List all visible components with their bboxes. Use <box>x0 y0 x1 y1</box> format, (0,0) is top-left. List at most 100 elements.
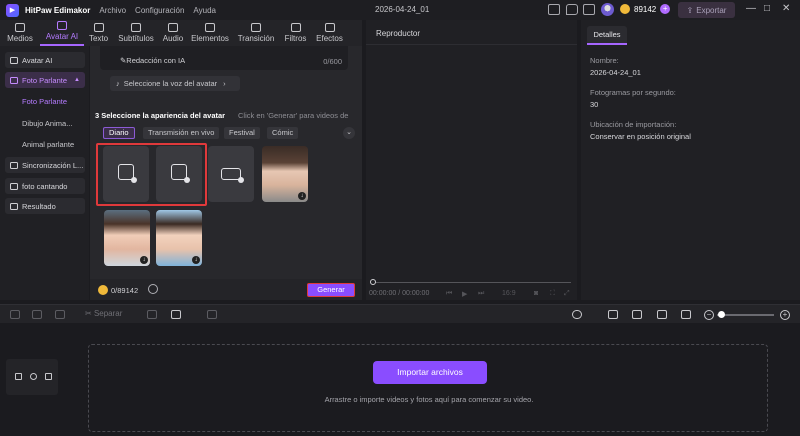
crop-icon[interactable] <box>207 310 217 319</box>
tab-texto[interactable]: Texto <box>84 20 113 46</box>
download-icon[interactable] <box>583 4 595 15</box>
sidebar-item-foto-parlante[interactable]: Foto Parlante ▲ <box>5 72 85 88</box>
tab-efectos[interactable]: Efectos <box>312 20 347 46</box>
avatar-thumb-2[interactable]: ↓ <box>104 210 150 266</box>
split-clip-icon[interactable] <box>632 310 642 319</box>
tab-label: Filtros <box>284 34 307 43</box>
aspect-ratio[interactable]: 16:9 <box>502 290 516 297</box>
maximize-icon[interactable]: □ <box>764 3 770 14</box>
tab-filtros[interactable]: Filtros <box>279 20 312 46</box>
track-visibility-icon[interactable] <box>30 373 37 380</box>
zoom-slider-handle[interactable] <box>718 311 725 318</box>
appearance-section-title: 3 Seleccione la apariencia del avatar <box>95 111 226 120</box>
transition-icon <box>251 23 261 32</box>
minimize-icon[interactable]: — <box>746 3 756 14</box>
sidebar-item-resultado[interactable]: Resultado <box>5 198 85 214</box>
sidebar-item-label: Foto Parlante <box>22 75 68 85</box>
sidebar-item-avatar-ai[interactable]: Avatar AI <box>5 52 85 68</box>
caption-icon[interactable] <box>681 310 691 319</box>
category-transmision[interactable]: Transmisión en vivo <box>143 127 220 139</box>
user-avatar[interactable] <box>601 3 614 16</box>
menu-archivo[interactable]: Archivo <box>99 6 126 15</box>
avatar-panel: ✎Redacción con IA 0/600 ♪ Seleccione la … <box>90 46 362 300</box>
tab-label: Avatar AI <box>45 32 79 41</box>
credits-badge[interactable]: 89142 + <box>620 4 671 14</box>
tab-elementos[interactable]: Elementos <box>187 20 233 46</box>
sidebar-item-label: Sincronización L... <box>22 160 84 170</box>
script-textarea[interactable]: ✎Redacción con IA 0/600 <box>100 46 348 70</box>
snapshot-icon[interactable]: ◙ <box>534 290 538 297</box>
name-value: 2026-04-24_01 <box>590 68 641 77</box>
menu-ayuda[interactable]: Ayuda <box>193 6 216 15</box>
avatar-thumb-1[interactable]: ↓ <box>262 146 308 202</box>
import-files-button[interactable]: Importar archivos <box>373 361 487 384</box>
microphone-icon[interactable] <box>572 310 582 319</box>
playhead-handle[interactable] <box>370 279 376 285</box>
player-title: Reproductor <box>376 29 421 38</box>
category-festival[interactable]: Festival <box>224 127 260 139</box>
tab-detalles[interactable]: Detalles <box>587 26 627 45</box>
zoom-slider[interactable] <box>717 314 774 316</box>
ai-rewrite-button[interactable]: ✎Redacción con IA <box>120 56 185 65</box>
text-add-icon[interactable] <box>171 310 181 319</box>
select-voice-button[interactable]: ♪ Seleccione la voz del avatar › <box>110 76 240 91</box>
refresh-icon[interactable] <box>148 284 158 294</box>
zoom-in-icon[interactable]: + <box>780 310 790 320</box>
coin-icon <box>620 4 630 14</box>
avatar-icon <box>57 21 67 30</box>
undo-icon[interactable] <box>10 310 20 319</box>
media-drop-zone[interactable]: Importar archivos Arrastre o importe vid… <box>88 344 768 432</box>
chevron-down-icon[interactable]: ⌄ <box>343 127 355 139</box>
subtitle-icon <box>131 23 141 32</box>
feedback-icon[interactable] <box>566 4 578 15</box>
zoom-out-icon[interactable]: − <box>704 310 714 320</box>
add-credits-icon[interactable]: + <box>660 4 671 14</box>
fullscreen-icon[interactable]: ⤢ <box>564 290 570 298</box>
credits-count: 89142 <box>634 4 657 14</box>
coin-icon <box>98 285 108 295</box>
sidebar-subitem-foto-parlante[interactable]: Foto Parlante <box>22 97 67 106</box>
sidebar-item-sincronizacion[interactable]: Sincronización L... <box>5 157 85 173</box>
tab-audio[interactable]: Audio <box>159 20 187 46</box>
prev-frame-icon[interactable]: ⏮ <box>446 290 452 298</box>
title-bar: ▶ HitPaw Edimakor Archivo Configuración … <box>0 0 800 20</box>
generate-button[interactable]: Generar <box>307 283 355 297</box>
sidebar-subitem-dibujo-animado[interactable]: Dibujo Anima... <box>22 119 72 128</box>
tab-avatar-ai[interactable]: Avatar AI <box>40 20 84 46</box>
marker-icon[interactable] <box>147 310 157 319</box>
tab-label: Texto <box>88 34 109 43</box>
track-header <box>6 359 58 395</box>
fps-label: Fotogramas por segundo: <box>590 88 676 97</box>
avatar-thumb-3[interactable]: ↓ <box>156 210 202 266</box>
trim-icon[interactable] <box>657 310 667 319</box>
track-mute-icon[interactable] <box>45 373 52 380</box>
category-diario[interactable]: Diario <box>103 127 135 139</box>
redo-icon[interactable] <box>32 310 42 319</box>
menu-configuracion[interactable]: Configuración <box>135 6 184 15</box>
delete-icon[interactable] <box>55 310 65 319</box>
sidebar-item-foto-cantando[interactable]: foto cantando <box>5 178 85 194</box>
category-comic[interactable]: Cómic <box>267 127 299 139</box>
sidebar-subitem-animal-parlante[interactable]: Animal parlante <box>22 140 74 149</box>
text-icon <box>93 23 104 32</box>
lipsync-icon <box>10 161 18 169</box>
next-frame-icon[interactable]: ⏭ <box>478 290 484 298</box>
sidebar: Avatar AI Foto Parlante ▲ Foto Parlante D… <box>0 46 89 300</box>
app-name: HitPaw Edimakor <box>25 5 91 15</box>
fit-icon[interactable]: ⛶ <box>550 290 555 298</box>
play-icon[interactable]: ▶ <box>462 290 467 298</box>
music-photo-icon <box>10 182 18 190</box>
export-button[interactable]: ⇪ Exportar <box>678 2 735 18</box>
tab-transicion[interactable]: Transición <box>233 20 279 46</box>
close-icon[interactable]: ✕ <box>782 3 790 14</box>
split-button[interactable]: ✂ Separar <box>85 309 122 318</box>
tab-subtitulos[interactable]: Subtítulos <box>113 20 159 46</box>
custom-avatar-tile[interactable] <box>208 146 254 202</box>
player-scrubber[interactable] <box>373 282 571 283</box>
link-icon[interactable] <box>608 310 618 319</box>
track-lock-icon[interactable] <box>15 373 22 380</box>
split-label: Separar <box>93 309 123 318</box>
tool-tabs: Medios Avatar AI Texto Subtítulos Audio … <box>0 20 362 46</box>
screen-icon[interactable] <box>548 4 560 15</box>
tab-medios[interactable]: Medios <box>0 20 40 46</box>
